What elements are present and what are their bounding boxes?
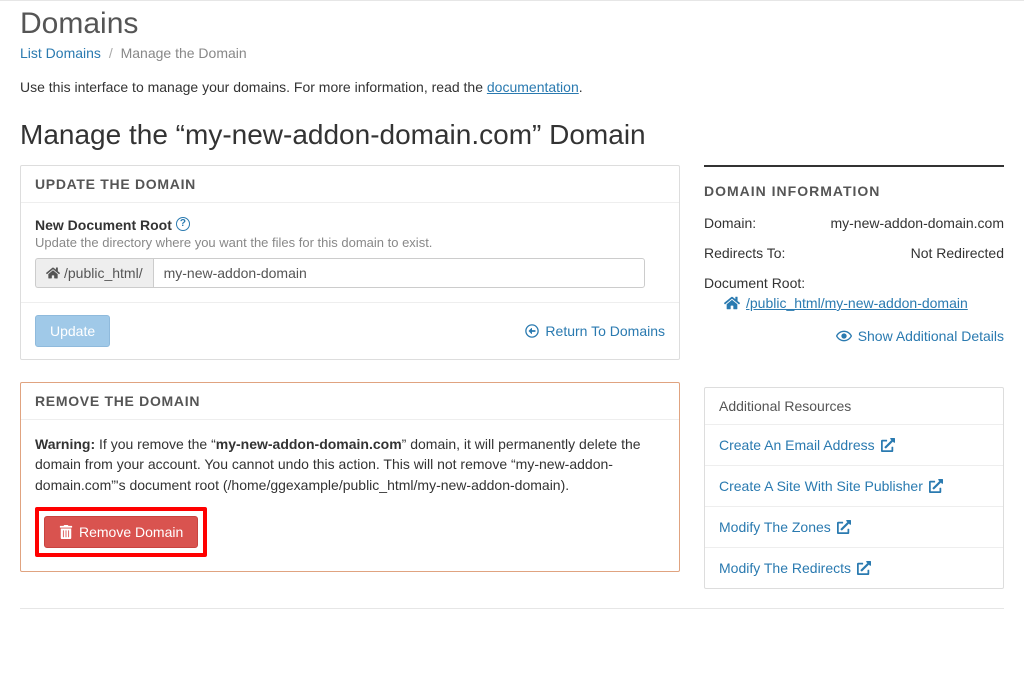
remove-button-highlight: Remove Domain xyxy=(35,507,207,557)
remove-domain-button[interactable]: Remove Domain xyxy=(44,516,198,548)
additional-resources-header: Additional Resources xyxy=(705,388,1003,425)
intro-suffix: . xyxy=(579,79,583,95)
create-site-text: Create A Site With Site Publisher xyxy=(719,478,923,494)
document-root-desc: Update the directory where you want the … xyxy=(35,235,665,250)
document-root-label: New Document Root ? xyxy=(35,217,190,233)
section-heading: Manage the “my-new-addon-domain.com” Dom… xyxy=(20,119,1004,151)
update-domain-header: UPDATE THE DOMAIN xyxy=(21,166,679,203)
redirects-label: Redirects To: xyxy=(704,245,785,261)
help-icon[interactable]: ? xyxy=(176,217,190,231)
modify-zones-text: Modify The Zones xyxy=(719,519,831,535)
info-row-domain: Domain: my-new-addon-domain.com xyxy=(704,215,1004,231)
eye-icon xyxy=(836,328,852,344)
remove-domain-button-label: Remove Domain xyxy=(79,524,183,540)
home-icon xyxy=(724,295,740,311)
info-row-redirects: Redirects To: Not Redirected xyxy=(704,245,1004,261)
warning-label: Warning: xyxy=(35,436,95,452)
external-link-icon xyxy=(837,520,851,534)
breadcrumb-list-domains[interactable]: List Domains xyxy=(20,45,101,61)
warning-p1: If you remove the “ xyxy=(95,436,216,452)
resource-item-redirects: Modify The Redirects xyxy=(705,548,1003,588)
show-additional-text: Show Additional Details xyxy=(858,328,1004,344)
breadcrumb-separator: / xyxy=(105,45,117,61)
return-to-domains-link[interactable]: Return To Domains xyxy=(525,323,665,339)
trash-icon xyxy=(59,525,73,539)
remove-domain-panel: REMOVE THE DOMAIN Warning: If you remove… xyxy=(20,382,680,572)
additional-resources-panel: Additional Resources Create An Email Add… xyxy=(704,387,1004,589)
resource-item-zones: Modify The Zones xyxy=(705,507,1003,548)
breadcrumb-current: Manage the Domain xyxy=(121,45,247,61)
info-row-docroot: Document Root: /public_html/my-new-addon… xyxy=(704,275,1004,314)
return-icon xyxy=(525,324,539,338)
warning-domain: my-new-addon-domain.com xyxy=(216,436,402,452)
external-link-icon xyxy=(857,561,871,575)
modify-redirects-text: Modify The Redirects xyxy=(719,560,851,576)
intro-text: Use this interface to manage your domain… xyxy=(20,79,1004,95)
document-root-prefix-text: /public_html/ xyxy=(64,265,143,281)
domain-information-header: DOMAIN INFORMATION xyxy=(704,183,1004,199)
modify-redirects-link[interactable]: Modify The Redirects xyxy=(719,560,871,576)
domain-label: Domain: xyxy=(704,215,756,231)
home-icon xyxy=(46,266,60,280)
remove-warning-text: Warning: If you remove the “my-new-addon… xyxy=(35,434,665,495)
document-root-label-text: New Document Root xyxy=(35,217,172,233)
docroot-link[interactable]: /public_html/my-new-addon-domain xyxy=(724,295,968,311)
document-root-input-group: /public_html/ xyxy=(35,258,645,288)
document-root-prefix: /public_html/ xyxy=(35,258,153,288)
breadcrumb: List Domains / Manage the Domain xyxy=(20,45,1004,61)
domain-value: my-new-addon-domain.com xyxy=(830,215,1004,231)
docroot-value: /public_html/my-new-addon-domain xyxy=(746,295,968,311)
create-email-link[interactable]: Create An Email Address xyxy=(719,437,895,453)
create-site-link[interactable]: Create A Site With Site Publisher xyxy=(719,478,943,494)
remove-domain-header: REMOVE THE DOMAIN xyxy=(21,383,679,420)
update-domain-panel: UPDATE THE DOMAIN New Document Root ? Up… xyxy=(20,165,680,360)
intro-prefix: Use this interface to manage your domain… xyxy=(20,79,487,95)
bottom-divider xyxy=(20,608,1004,609)
modify-zones-link[interactable]: Modify The Zones xyxy=(719,519,851,535)
update-button[interactable]: Update xyxy=(35,315,110,347)
document-root-input[interactable] xyxy=(153,258,645,288)
resource-item-site: Create A Site With Site Publisher xyxy=(705,466,1003,507)
return-to-domains-text: Return To Domains xyxy=(545,323,665,339)
documentation-link[interactable]: documentation xyxy=(487,79,579,95)
docroot-label: Document Root: xyxy=(704,275,1004,291)
redirects-value: Not Redirected xyxy=(911,245,1004,261)
page-title: Domains xyxy=(20,7,1004,41)
show-additional-details-link[interactable]: Show Additional Details xyxy=(836,328,1004,344)
external-link-icon xyxy=(881,438,895,452)
resource-item-email: Create An Email Address xyxy=(705,425,1003,466)
external-link-icon xyxy=(929,479,943,493)
create-email-text: Create An Email Address xyxy=(719,437,875,453)
